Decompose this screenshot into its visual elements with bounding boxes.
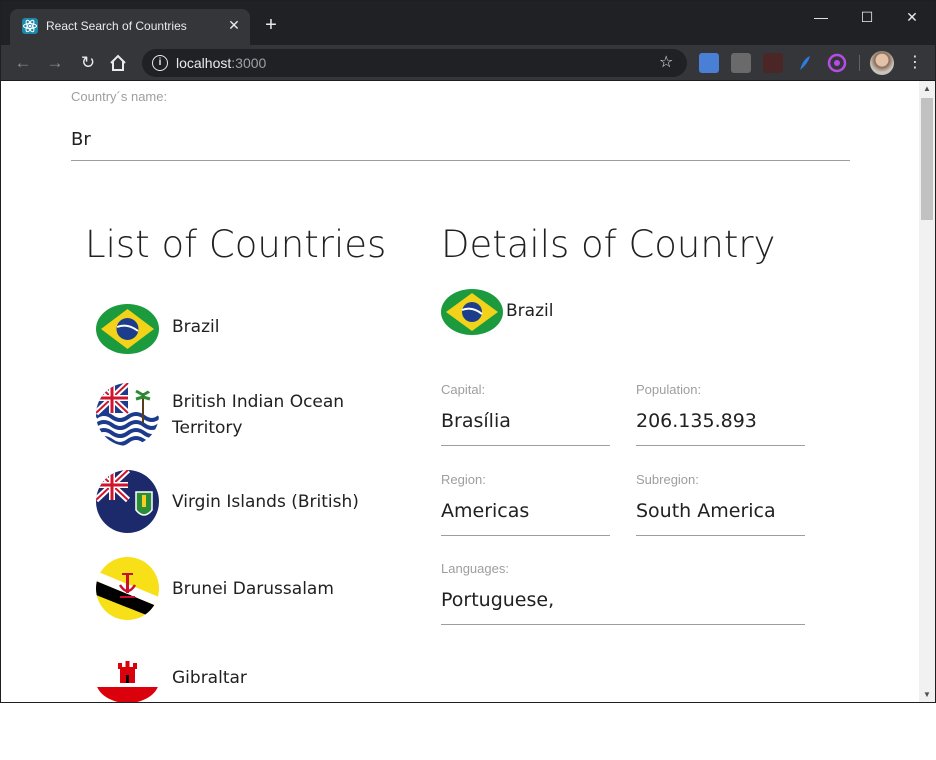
purple-circle-icon[interactable] bbox=[827, 53, 847, 73]
scroll-down-icon[interactable]: ▼ bbox=[919, 687, 935, 702]
details-heading: Details of Country bbox=[441, 223, 776, 266]
country-item-gibraltar[interactable]: Gibraltar bbox=[96, 659, 396, 702]
search-label: Country´s name: bbox=[71, 89, 168, 104]
country-item-british-indian-ocean-territory[interactable]: British Indian Ocean Territory bbox=[96, 383, 396, 447]
info-icon[interactable]: i bbox=[152, 55, 168, 71]
gibraltar-flag-icon bbox=[96, 659, 159, 702]
tab-title: React Search of Countries bbox=[46, 19, 187, 33]
back-icon[interactable]: ← bbox=[11, 51, 35, 75]
country-name: Brazil bbox=[172, 317, 220, 337]
subregion-field: Subregion: South America bbox=[636, 472, 805, 536]
toolbar-divider bbox=[859, 55, 860, 71]
title-bar: React Search of Countries ✕ + — ☐ ✕ bbox=[1, 1, 935, 45]
region-value: Americas bbox=[441, 500, 530, 522]
avatar[interactable] bbox=[870, 51, 894, 75]
browser-tab[interactable]: React Search of Countries ✕ bbox=[10, 9, 250, 45]
brazil-flag-icon bbox=[96, 304, 159, 354]
country-name: British Indian Ocean Territory bbox=[172, 392, 345, 438]
languages-field: Languages: Portuguese, bbox=[441, 561, 805, 625]
british-virgin-islands-flag-icon bbox=[96, 470, 159, 533]
close-tab-icon[interactable]: ✕ bbox=[226, 17, 242, 33]
brunei-flag-icon bbox=[96, 557, 159, 620]
react-logo-icon bbox=[22, 18, 38, 34]
maximize-icon[interactable]: ☐ bbox=[853, 7, 881, 27]
search-input[interactable] bbox=[71, 119, 850, 161]
population-field: Population: 206.135.893 bbox=[636, 382, 805, 446]
country-name: Virgin Islands (British) bbox=[172, 492, 359, 512]
home-icon[interactable] bbox=[108, 53, 128, 73]
reload-icon[interactable]: ↻ bbox=[76, 51, 100, 75]
scroll-up-icon[interactable]: ▲ bbox=[919, 81, 935, 97]
detail-flag-icon bbox=[441, 289, 503, 335]
scroll-thumb[interactable] bbox=[921, 98, 933, 220]
region-label: Region: bbox=[441, 472, 486, 487]
minimize-icon[interactable]: — bbox=[807, 7, 835, 27]
forward-icon[interactable]: → bbox=[43, 51, 67, 75]
country-name: Brunei Darussalam bbox=[172, 579, 334, 599]
new-tab-icon[interactable]: + bbox=[261, 15, 281, 35]
scrollbar[interactable]: ▲ ▼ bbox=[919, 81, 935, 702]
browser-window: React Search of Countries ✕ + — ☐ ✕ ← → … bbox=[0, 0, 936, 703]
population-label: Population: bbox=[636, 382, 702, 397]
detail-country-name: Brazil bbox=[506, 301, 554, 321]
country-item-british-virgin-islands[interactable]: Virgin Islands (British) bbox=[96, 470, 396, 534]
bookmark-star-icon[interactable]: ☆ bbox=[659, 53, 673, 73]
british-indian-ocean-territory-flag-icon bbox=[96, 383, 159, 446]
capital-label: Capital: bbox=[441, 382, 486, 397]
pdf-icon[interactable] bbox=[763, 53, 783, 73]
subregion-value: South America bbox=[636, 500, 776, 522]
capital-field: Capital: Brasília bbox=[441, 382, 610, 446]
google-translate-icon[interactable] bbox=[699, 53, 719, 73]
menu-dots-icon[interactable]: ⋮ bbox=[907, 51, 923, 75]
capital-value: Brasília bbox=[441, 410, 511, 432]
country-item-brazil[interactable]: Brazil bbox=[96, 296, 396, 360]
country-name: Gibraltar bbox=[172, 668, 247, 688]
subregion-label: Subregion: bbox=[636, 472, 699, 487]
url-text: localhost:3000 bbox=[176, 55, 267, 71]
population-value: 206.135.893 bbox=[636, 410, 757, 432]
extension-gray-icon[interactable] bbox=[731, 53, 751, 73]
list-heading: List of Countries bbox=[85, 223, 387, 266]
feather-icon[interactable] bbox=[795, 53, 815, 73]
address-bar[interactable]: i localhost:3000 ☆ bbox=[142, 49, 687, 77]
page-content: Country´s name: List of Countries Detail… bbox=[1, 81, 919, 702]
languages-value: Portuguese, bbox=[441, 589, 555, 611]
country-item-brunei[interactable]: Brunei Darussalam bbox=[96, 557, 396, 621]
browser-toolbar: ← → ↻ i localhost:3000 ☆ ⋮ bbox=[1, 45, 935, 81]
close-window-icon[interactable]: ✕ bbox=[898, 7, 926, 27]
languages-label: Languages: bbox=[441, 561, 509, 576]
region-field: Region: Americas bbox=[441, 472, 610, 536]
